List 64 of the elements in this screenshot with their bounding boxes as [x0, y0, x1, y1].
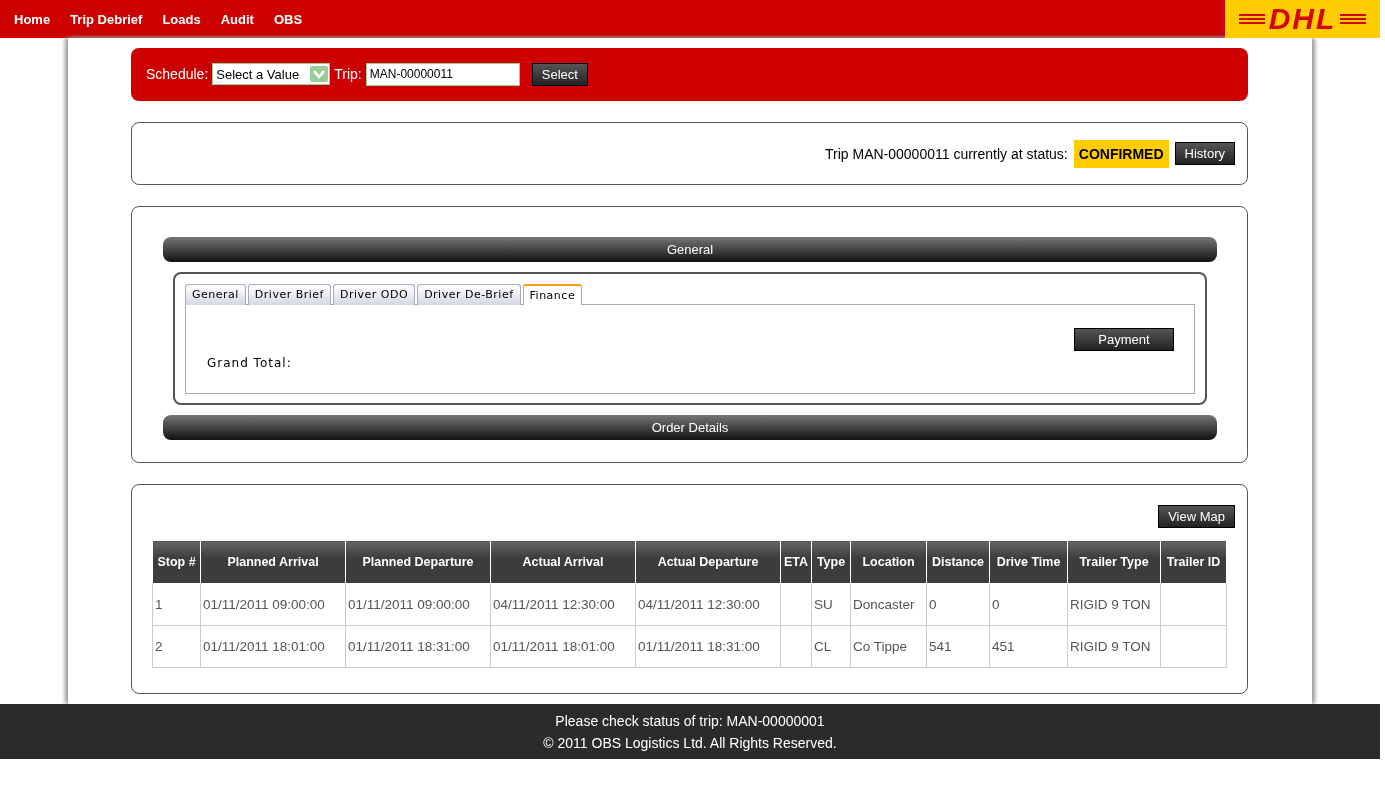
table-cell: RIGID 9 TON [1067, 625, 1161, 668]
select-button[interactable]: Select [531, 62, 588, 86]
stripes-icon [1340, 13, 1367, 25]
table-cell: SU [811, 583, 851, 626]
table-cell: 451 [989, 625, 1068, 668]
footer-text: © 2011 OBS Logistics Ltd. All Rights Reserved. [543, 734, 837, 751]
trip-label: Trip: [334, 66, 362, 83]
footer-text: Please check status of trip: MAN-00000001 [555, 712, 825, 729]
column-header: ETA [780, 540, 812, 584]
nav-link[interactable]: Audit [220, 11, 254, 27]
table-cell [780, 625, 812, 668]
accordion-header[interactable]: Order Details [163, 415, 1217, 441]
column-header: Type [811, 540, 851, 584]
tab[interactable]: Driver Brief [247, 284, 331, 306]
table-cell: 0 [989, 583, 1068, 626]
nav-link[interactable]: Trip Debrief [70, 11, 143, 27]
trip-input[interactable]: MAN-00000011 [365, 62, 520, 86]
status-text: Trip MAN-00000011 currently at status: [825, 145, 1068, 162]
schedule-dropdown[interactable]: Select a Value [212, 63, 331, 86]
table-cell: 01/11/2011 09:00:00 [200, 583, 346, 626]
table-cell: 541 [926, 625, 990, 668]
table-cell [1160, 625, 1227, 668]
column-header: Drive Time [989, 540, 1068, 584]
history-button[interactable]: History [1174, 142, 1235, 166]
column-header: Trailer ID [1160, 540, 1227, 584]
table-cell: 04/11/2011 12:30:00 [490, 583, 636, 626]
column-header: Distance [926, 540, 990, 584]
table-cell: 01/11/2011 18:31:00 [635, 625, 781, 668]
payment-button[interactable]: Payment [1074, 327, 1174, 351]
table-cell: 04/11/2011 12:30:00 [635, 583, 781, 626]
column-header: Trailer Type [1067, 540, 1161, 584]
column-header: Location [850, 540, 927, 584]
table-cell [780, 583, 812, 626]
view-map-button[interactable]: View Map [1158, 505, 1235, 529]
logo-text: DHL [1268, 4, 1337, 34]
table-cell: 0 [926, 583, 990, 626]
schedule-label: Schedule: [146, 66, 209, 83]
column-header: Planned Departure [345, 540, 491, 584]
table-cell: RIGID 9 TON [1067, 583, 1161, 626]
table-cell: 01/11/2011 18:01:00 [490, 625, 636, 668]
table-cell: 01/11/2011 18:01:00 [200, 625, 346, 668]
table-cell: Doncaster [850, 583, 927, 626]
tab[interactable]: Driver ODO [333, 284, 416, 306]
nav-link[interactable]: Loads [162, 11, 201, 27]
column-header: Actual Arrival [490, 540, 636, 584]
column-header: Planned Arrival [200, 540, 346, 584]
nav-link[interactable]: OBS [273, 11, 303, 27]
column-header: Actual Departure [635, 540, 781, 584]
column-header: Stop # [152, 540, 201, 584]
table-cell: 01/11/2011 18:31:00 [345, 625, 491, 668]
grand-total-label: Grand Total: [207, 356, 292, 371]
nav-link[interactable]: Home [14, 11, 51, 27]
table-cell [1160, 583, 1227, 626]
table-cell: CL [811, 625, 851, 668]
table-cell: Co Tippe [850, 625, 927, 668]
status-badge: CONFIRMED [1073, 139, 1169, 168]
tab[interactable]: General [185, 284, 246, 306]
table-cell: 1 [152, 583, 201, 626]
stripes-icon [1238, 13, 1265, 25]
tab[interactable]: Finance [522, 284, 583, 306]
table-cell: 01/11/2011 09:00:00 [345, 583, 491, 626]
table-cell: 2 [152, 625, 201, 668]
accordion-header[interactable]: General [163, 237, 1217, 263]
tab[interactable]: Driver De-Brief [417, 284, 521, 306]
